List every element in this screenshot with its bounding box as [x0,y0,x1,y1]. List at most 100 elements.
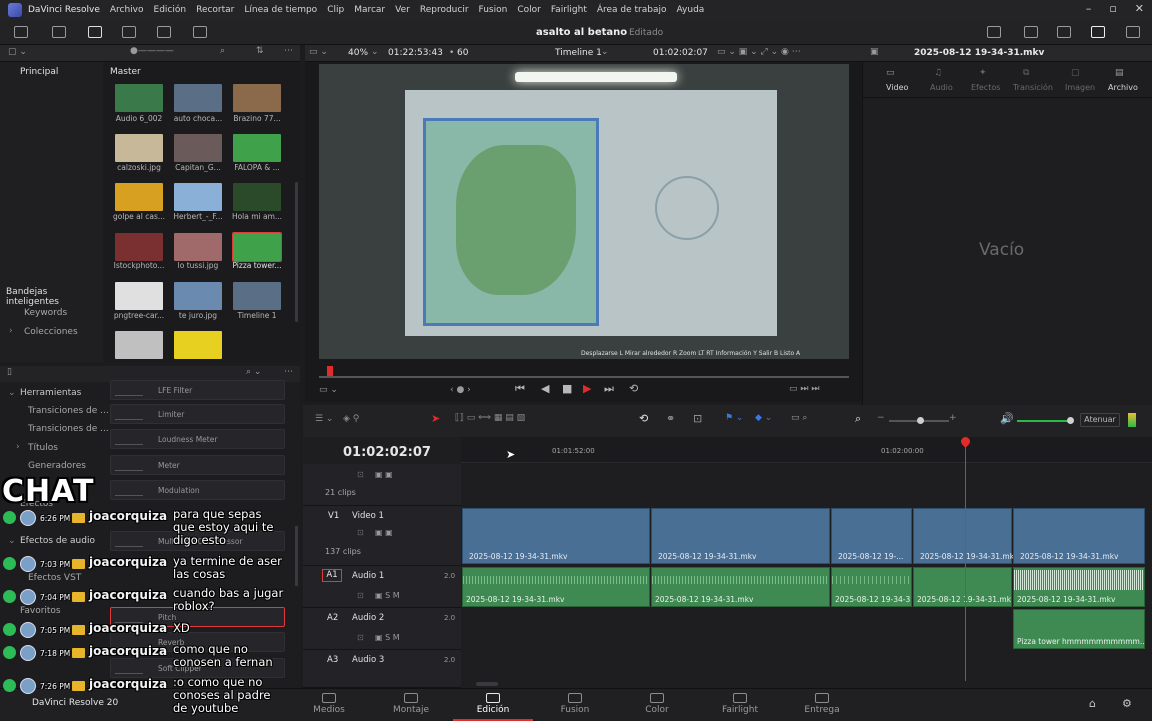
export-icon[interactable] [987,26,1001,38]
track-name[interactable]: Video 1 [352,511,384,521]
menu-linea-de-tiempo[interactable]: Línea de tiempo [244,5,317,15]
effects-audio-effects[interactable]: Efectos de audio [20,536,95,546]
media-thumb[interactable] [174,134,222,162]
media-thumb[interactable] [174,183,222,211]
mixer-icon[interactable] [1024,26,1038,38]
lock-icon[interactable]: ⊡ [357,470,364,479]
timeline-playhead[interactable] [965,439,966,681]
video-clip[interactable]: 2025-08-12 19-34-31.mkv [913,508,1019,564]
effects-video-transitions[interactable]: Transiciones de ... [28,406,109,416]
inspector-tab-audio[interactable]: Audio [930,83,953,92]
track-camera-icon[interactable]: ▣ ▣ [375,528,393,537]
viewer-output-icon[interactable]: ▭ ⌄ [319,385,338,395]
inspector-tab-effects[interactable]: Efectos [971,83,1000,92]
timeline-tools-icons[interactable]: ◈ ⚲ [343,414,359,424]
lock-icon[interactable]: ⊡ [357,528,364,537]
media-thumb[interactable] [233,282,281,310]
volume-slider[interactable] [1017,420,1073,422]
track-solo-mute-icons[interactable]: ▣ S M [375,633,400,642]
menu-fusion[interactable]: Fusion [479,5,508,15]
media-thumb[interactable] [115,331,163,359]
panel-toggle-icon[interactable]: ▢ ⌄ [8,47,27,57]
chevron-down-icon[interactable]: ⌄ [8,536,16,546]
zoom-plus-icon[interactable]: + [949,413,957,423]
media-pool-scrollbar[interactable] [295,182,298,322]
page-deliver[interactable]: Entrega [782,689,862,721]
video-clip[interactable]: 2025-08-12 19-34-31.mkv [462,508,650,564]
menu-color[interactable]: Color [517,5,541,15]
settings-gear-icon[interactable]: ⚙ [1122,697,1132,710]
more-options-icon[interactable]: ⋯ [284,46,293,56]
audio-clip-pizza-tower[interactable]: Pizza tower hmmmmmmmmmm... [1013,609,1145,649]
zoom-tools-icons[interactable]: ▭ ⌕ [791,413,807,423]
fx-item[interactable]: Limiter [110,404,285,424]
media-thumb[interactable] [174,282,222,310]
video-frame[interactable]: Desplazarse L Mirar alrededor R Zoom LT … [319,64,849,359]
fx-item[interactable]: LFE Filter [110,380,285,400]
video-clip[interactable]: 2025-08-12 19-34-31.mkv [1013,508,1145,564]
home-icon[interactable]: ⌂ [1089,697,1096,710]
track-name[interactable]: Audio 1 [352,571,384,581]
track-name[interactable]: Audio 2 [352,613,384,623]
effects-scrollbar[interactable] [295,526,298,586]
media-thumb-selected[interactable] [232,232,282,262]
audio-clip[interactable]: 2025-08-12 19-34-31.mkv [913,567,1012,607]
stop-icon[interactable]: ■ [562,382,572,395]
scrubber-playhead[interactable] [327,366,333,376]
effects-audio-transitions[interactable]: Transiciones de ... [28,424,109,434]
media-pool-icon[interactable] [14,26,28,38]
inspector-icon[interactable] [1091,26,1105,38]
effects-favorites[interactable]: Favoritos [20,606,61,616]
media-thumb[interactable] [174,233,222,261]
timeline-scrollbar[interactable] [476,682,498,686]
inspector-tab-file[interactable]: Archivo [1108,83,1138,92]
panel-toggle-icon[interactable]: ▯ [7,367,12,377]
menu-ver[interactable]: Ver [395,5,410,15]
lock-icon[interactable]: ⊡ [357,591,364,600]
page-edit[interactable]: Edición [453,689,533,721]
search-icon[interactable]: ⌕ ⌄ [246,367,261,377]
effects-tools-header[interactable]: Herramientas [20,388,81,398]
loop-icon[interactable]: ⟲ [629,382,638,395]
edit-index-icon[interactable] [122,26,136,38]
media-thumb[interactable] [233,84,281,112]
zoom-slider-handle[interactable] [917,417,924,424]
metadata-icon[interactable] [1057,26,1071,38]
edit-tools-icons[interactable]: ⟦⟧ ▭ ⟺ ▦ ▤ ▧ [455,413,525,423]
effects-generators[interactable]: Generadores [28,461,86,471]
zoom-level[interactable]: 40% [348,48,368,58]
chevron-down-icon[interactable]: ⌄ [601,47,609,57]
menu-area-de-trabajo[interactable]: Área de trabajo [597,5,667,15]
menu-fairlight[interactable]: Fairlight [551,5,587,15]
chevron-right-icon[interactable]: › [16,442,20,452]
menu-ayuda[interactable]: Ayuda [677,5,705,15]
menu-archivo[interactable]: Archivo [110,5,144,15]
attenuate-button[interactable]: Atenuar [1080,413,1120,427]
link-icon[interactable]: ⚭ [666,412,675,425]
inspector-tab-image[interactable]: Imagen [1065,83,1095,92]
video-clip[interactable]: 2025-08-12 19-34-31.mkv [651,508,830,564]
video-clip[interactable]: 2025-08-12 19-... [831,508,912,564]
page-color[interactable]: Color [617,689,697,721]
zoom-search-icon[interactable]: ⌕ [855,412,861,426]
volume-icon[interactable]: 🔊 [1000,412,1014,425]
audio-clip[interactable]: 2025-08-12 19-34-31.mkv [1013,567,1145,607]
timeline-view-options-icon[interactable]: ☰ ⌄ [315,414,333,424]
page-fairlight[interactable]: Fairlight [700,689,780,721]
track-camera-icon[interactable]: ▣ ▣ [375,470,393,479]
go-to-start-icon[interactable]: ⏮ [515,382,525,396]
audio-clip[interactable]: 2025-08-12 19-34-31.mkv [462,567,650,607]
play-icon[interactable]: ▶ [583,382,591,395]
sound-library-icon[interactable] [157,26,171,38]
chevron-right-icon[interactable]: › [9,326,13,336]
track-name[interactable]: Audio 3 [352,655,384,665]
snapping-icon[interactable]: ⟲ [639,412,648,425]
media-thumb[interactable] [174,331,222,359]
viewer-right-icons[interactable]: ▭ ⏭ ⏭ [789,384,819,394]
bin-principal[interactable]: Principal [20,67,58,77]
effects-icon[interactable] [88,26,102,38]
menu-edicion[interactable]: Edición [154,5,187,15]
search-icon[interactable]: ⌕ [220,46,225,56]
more-options-icon[interactable]: ⋯ [284,367,293,377]
maximize-icon[interactable]: ▫ [1109,2,1116,15]
